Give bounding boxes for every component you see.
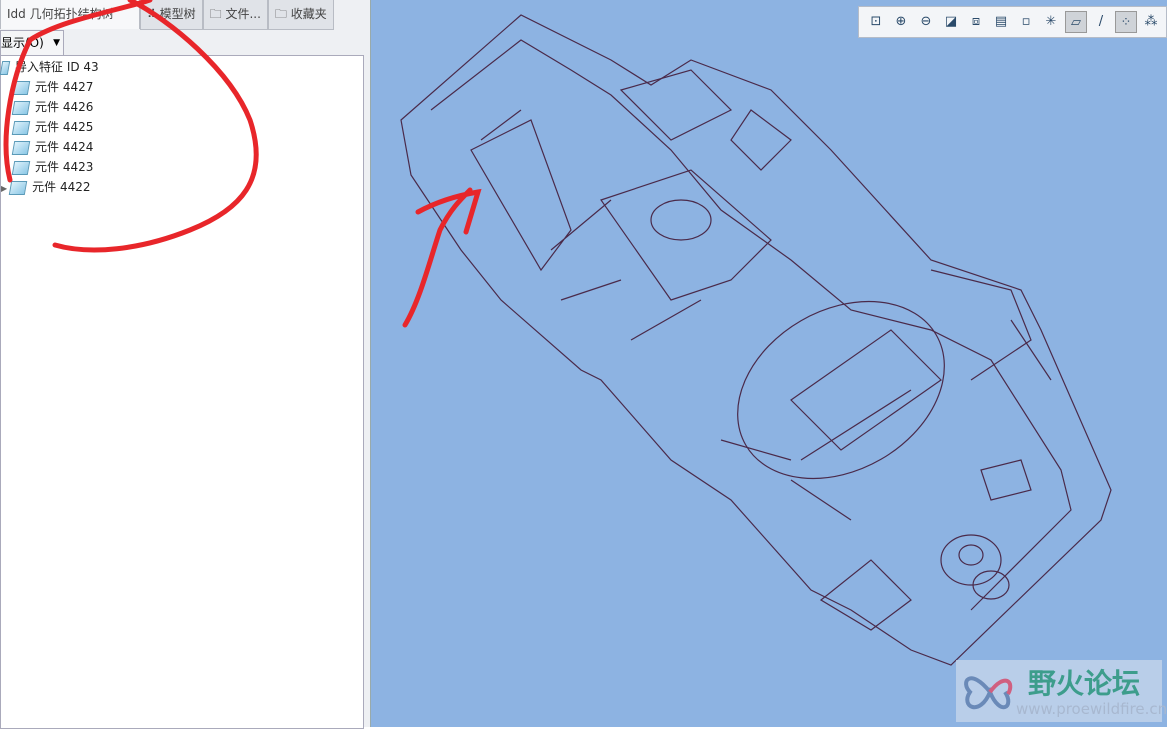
plane-display-icon[interactable]: ▱ bbox=[1065, 11, 1087, 33]
tree-label: 元件 4423 bbox=[35, 160, 94, 174]
left-panel: Idd 几何拓扑结构树 ⠿ 模型树 🗀 文件... 🗀 收藏夹 显示(O) ▼ 导… bbox=[0, 0, 371, 729]
wireframe-edge bbox=[980, 459, 1032, 501]
favorites-icon: 🗀 bbox=[274, 7, 291, 21]
show-dropdown[interactable]: 显示(O) ▼ bbox=[0, 30, 64, 56]
folder-icon: 🗀 bbox=[209, 7, 226, 21]
watermark-title: 野火论坛 bbox=[1028, 667, 1141, 700]
wireframe-edge bbox=[737, 300, 945, 480]
expand-icon[interactable]: ▶ bbox=[1, 184, 7, 193]
tab-topology-tree[interactable]: Idd 几何拓扑结构树 bbox=[0, 0, 140, 29]
wireframe-edge bbox=[972, 570, 1010, 600]
csys-display-icon[interactable]: ⁂ bbox=[1140, 11, 1162, 33]
axis-display-icon[interactable]: / bbox=[1090, 11, 1112, 33]
tree-item[interactable]: 元件 4425 bbox=[11, 117, 94, 137]
tab-model-tree[interactable]: ⠿ 模型树 bbox=[140, 0, 203, 30]
tree-root[interactable]: 导入特征 ID 43 bbox=[0, 57, 99, 77]
part-icon bbox=[11, 100, 31, 115]
tab-files[interactable]: 🗀 文件... bbox=[202, 0, 268, 30]
part-icon bbox=[11, 80, 31, 95]
wireframe-edge bbox=[619, 69, 792, 171]
part-icon bbox=[11, 160, 31, 175]
saved-views-icon[interactable]: ▤ bbox=[990, 11, 1012, 33]
butterfly-logo-icon bbox=[964, 676, 1013, 710]
tree-view: 导入特征 ID 43 元件 4427 元件 4426 元件 4425 元件 44… bbox=[0, 55, 364, 729]
feature-icon bbox=[0, 60, 11, 75]
tree-item[interactable]: ▶ 元件 4422 bbox=[1, 177, 91, 197]
tab-label: 收藏夹 bbox=[290, 7, 327, 21]
show-label: 显示(O) bbox=[1, 36, 44, 50]
tree-item[interactable]: 元件 4423 bbox=[11, 157, 94, 177]
wireframe-outline bbox=[400, 14, 1112, 666]
forum-watermark: 野火论坛 www.proewildfire.cn bbox=[956, 660, 1167, 722]
tree-label: 导入特征 ID 43 bbox=[15, 60, 99, 74]
tree-item[interactable]: 元件 4426 bbox=[11, 97, 94, 117]
tree-label: 元件 4426 bbox=[35, 100, 94, 114]
zoom-in-icon[interactable]: ⊕ bbox=[890, 11, 912, 33]
datum-axis-display-icon[interactable]: ✳ bbox=[1040, 11, 1062, 33]
wireframe-edge bbox=[958, 544, 984, 566]
wireframe-edge bbox=[930, 269, 1052, 381]
wireframe-edge bbox=[650, 199, 712, 241]
tab-label: Idd 几何拓扑结构树 bbox=[7, 7, 114, 21]
watermark-url: www.proewildfire.cn bbox=[1016, 700, 1167, 718]
wireframe-edge bbox=[600, 169, 772, 301]
panel-tabs: Idd 几何拓扑结构树 ⠿ 模型树 🗀 文件... 🗀 收藏夹 bbox=[0, 0, 370, 30]
model-tree-icon: ⠿ bbox=[147, 7, 160, 21]
part-icon bbox=[11, 120, 31, 135]
wireframe-edge bbox=[470, 109, 612, 272]
part-icon bbox=[11, 140, 31, 155]
tree-item[interactable]: 元件 4427 bbox=[11, 77, 94, 97]
tab-label: 模型树 bbox=[159, 7, 196, 21]
part-icon bbox=[8, 180, 28, 195]
view-toolbar: ⊡ ⊕ ⊖ ◪ ⧈ ▤ ▫ ✳ ▱ / ⁘ ⁂ bbox=[858, 6, 1167, 38]
wireframe-edge bbox=[790, 329, 942, 461]
wireframe-edge bbox=[430, 39, 1072, 611]
tree-item[interactable]: 元件 4424 bbox=[11, 137, 94, 157]
repaint-icon[interactable]: ◪ bbox=[940, 11, 962, 33]
zoom-out-icon[interactable]: ⊖ bbox=[915, 11, 937, 33]
wireframe-model bbox=[400, 14, 1112, 666]
refit-icon[interactable]: ⊡ bbox=[865, 11, 887, 33]
wireframe-edge bbox=[940, 534, 1002, 586]
view-manager-icon[interactable]: ▫ bbox=[1015, 11, 1037, 33]
3d-viewport[interactable]: 野火论坛 www.proewildfire.cn bbox=[371, 0, 1167, 727]
tree-label: 元件 4427 bbox=[35, 80, 94, 94]
tree-label: 元件 4422 bbox=[32, 180, 91, 194]
chevron-down-icon: ▼ bbox=[53, 38, 60, 48]
tree-label: 元件 4424 bbox=[35, 140, 94, 154]
wireframe-edge bbox=[560, 279, 912, 631]
point-display-icon[interactable]: ⁘ bbox=[1115, 11, 1137, 33]
tab-favorites[interactable]: 🗀 收藏夹 bbox=[267, 0, 334, 30]
tree-label: 元件 4425 bbox=[35, 120, 94, 134]
tab-label: 文件... bbox=[225, 7, 261, 21]
display-style-icon[interactable]: ⧈ bbox=[965, 11, 987, 33]
